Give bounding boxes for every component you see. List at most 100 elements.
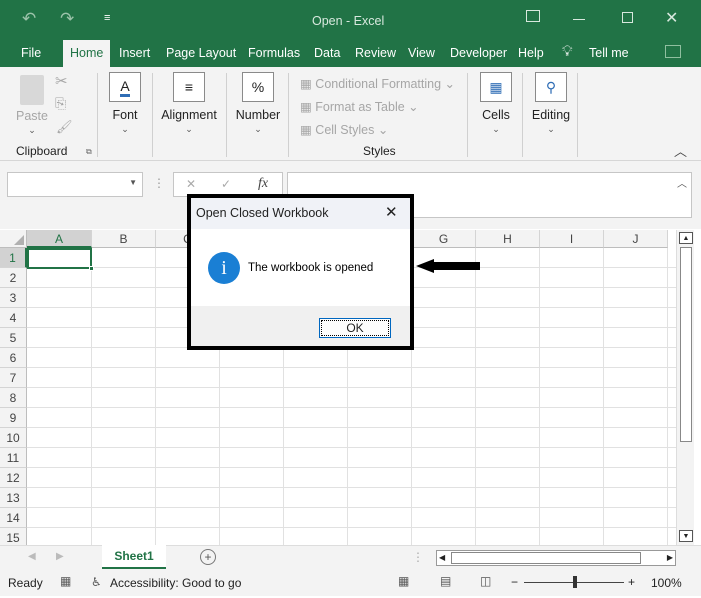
ok-button[interactable]: OK [319, 318, 391, 338]
paste-icon [20, 75, 44, 105]
zoom-out-button[interactable]: − [511, 575, 518, 589]
column-header-I[interactable]: I [540, 230, 604, 248]
grid-line [27, 467, 676, 468]
row-header-8[interactable]: 8 [0, 388, 27, 408]
page-break-view-icon[interactable]: ◫ [480, 574, 491, 588]
row-header-7[interactable]: 7 [0, 368, 27, 388]
h-scroll-thumb[interactable] [451, 552, 641, 564]
row-header-10[interactable]: 10 [0, 428, 27, 448]
sheet-tab-sheet1[interactable]: Sheet1 [102, 545, 166, 569]
row-header-9[interactable]: 9 [0, 408, 27, 428]
tell-me-search[interactable]: Tell me [583, 40, 635, 67]
undo-icon[interactable]: ↶ [22, 9, 36, 29]
row-header-3[interactable]: 3 [0, 288, 27, 308]
paste-button[interactable]: Paste ⌄ [14, 75, 50, 136]
accessibility-status[interactable]: Accessibility: Good to go [110, 576, 241, 590]
grid-line [539, 248, 540, 545]
copy-icon[interactable]: ⎘ [55, 95, 66, 112]
column-header-A[interactable]: A [27, 230, 92, 248]
cancel-icon[interactable]: ✕ [186, 177, 196, 191]
row-header-11[interactable]: 11 [0, 448, 27, 468]
tab-file[interactable]: File [15, 40, 47, 67]
horizontal-scrollbar[interactable]: ◀ ▶ [436, 550, 676, 566]
ribbon-display-icon[interactable] [526, 10, 540, 22]
number-button[interactable]: % Number ⌄ [233, 72, 283, 135]
dialog-titlebar: Open Closed Workbook ✕ [191, 198, 410, 229]
normal-view-icon[interactable]: ▦ [398, 574, 409, 588]
dialog-close-button[interactable]: ✕ [385, 203, 398, 221]
drag-handle-icon[interactable]: ⋮ [153, 176, 165, 190]
accessibility-icon[interactable]: ♿︎ [91, 575, 102, 589]
next-sheet-icon[interactable]: ▶ [56, 551, 64, 562]
alignment-button[interactable]: ≡ Alignment ⌄ [158, 72, 220, 135]
row-header-2[interactable]: 2 [0, 268, 27, 288]
dialog-launcher-icon[interactable]: ⧉ [86, 147, 92, 157]
title-bar: ↶ ↷ ≡ Open - Excel ✕ [0, 0, 701, 40]
scroll-left-button[interactable]: ◀ [439, 553, 445, 562]
column-header-J[interactable]: J [604, 230, 668, 248]
collapse-ribbon-icon[interactable]: ︿ [674, 141, 687, 160]
format-painter-icon[interactable]: 🖌︎ [56, 119, 73, 135]
grid-line [27, 427, 676, 428]
split-handle-icon[interactable]: ⋮ [412, 550, 424, 564]
font-button[interactable]: A Font ⌄ [105, 72, 145, 135]
fill-handle[interactable] [89, 266, 94, 271]
expand-formula-icon[interactable]: ︿ [677, 175, 687, 190]
zoom-level[interactable]: 100% [651, 576, 682, 590]
scroll-down-button[interactable]: ▼ [679, 530, 693, 542]
minimize-button[interactable] [573, 19, 585, 20]
column-header-G[interactable]: G [412, 230, 476, 248]
cells-icon: ▦ [480, 72, 512, 102]
add-sheet-button[interactable]: + [200, 549, 216, 565]
format-as-table-button[interactable]: ▦ Format as Table ⌄ [300, 99, 419, 114]
cells-button[interactable]: ▦ Cells ⌄ [476, 72, 516, 135]
zoom-in-button[interactable]: + [628, 575, 635, 589]
row-header-12[interactable]: 12 [0, 468, 27, 488]
comments-icon[interactable] [665, 45, 681, 58]
prev-sheet-icon[interactable]: ◀ [28, 551, 36, 562]
scroll-thumb[interactable] [680, 247, 692, 442]
column-header-H[interactable]: H [476, 230, 540, 248]
tab-home[interactable]: Home [63, 40, 111, 67]
cut-icon[interactable]: ✂ [55, 72, 68, 90]
row-header-5[interactable]: 5 [0, 328, 27, 348]
conditional-formatting-button[interactable]: ▦ Conditional Formatting ⌄ [300, 76, 455, 91]
alignment-icon: ≡ [173, 72, 205, 102]
scroll-up-button[interactable]: ▲ [679, 232, 693, 244]
row-header-1[interactable]: 1 [0, 248, 27, 268]
customize-qat-icon[interactable]: ≡ [104, 12, 110, 24]
redo-icon[interactable]: ↷ [60, 9, 74, 29]
vertical-scrollbar[interactable]: ▲ ▼ [676, 230, 694, 545]
row-header-13[interactable]: 13 [0, 488, 27, 508]
tab-help[interactable]: Help [512, 40, 550, 67]
selected-cell-A1[interactable] [27, 248, 94, 271]
cell-styles-icon: ▦ [300, 123, 316, 137]
enter-icon[interactable]: ✓ [221, 177, 231, 191]
tab-page-layout[interactable]: Page Layout [160, 40, 242, 67]
name-box[interactable]: ▼ [7, 172, 143, 197]
column-header-B[interactable]: B [92, 230, 156, 248]
tab-view[interactable]: View [402, 40, 441, 67]
row-header-4[interactable]: 4 [0, 308, 27, 328]
tab-developer[interactable]: Developer [444, 40, 513, 67]
font-label: Font [112, 108, 138, 122]
font-icon: A [109, 72, 141, 102]
macro-record-icon[interactable]: ▦ [60, 574, 71, 588]
tab-review[interactable]: Review [349, 40, 402, 67]
tab-data[interactable]: Data [308, 40, 346, 67]
maximize-button[interactable] [622, 12, 633, 23]
zoom-slider-thumb[interactable] [573, 576, 577, 588]
select-all-button[interactable] [0, 230, 27, 248]
editing-button[interactable]: ⚲ Editing ⌄ [528, 72, 574, 135]
grid-line [667, 248, 668, 545]
tab-insert[interactable]: Insert [113, 40, 156, 67]
tab-formulas[interactable]: Formulas [242, 40, 306, 67]
row-header-14[interactable]: 14 [0, 508, 27, 528]
cell-styles-button[interactable]: ▦ Cell Styles ⌄ [300, 122, 388, 137]
insert-function-button[interactable]: fx [258, 176, 268, 192]
scroll-right-button[interactable]: ▶ [667, 553, 673, 562]
row-header-6[interactable]: 6 [0, 348, 27, 368]
page-layout-view-icon[interactable]: ▤ [440, 574, 451, 588]
chevron-down-icon[interactable]: ▼ [129, 178, 137, 187]
close-button[interactable]: ✕ [665, 8, 678, 28]
